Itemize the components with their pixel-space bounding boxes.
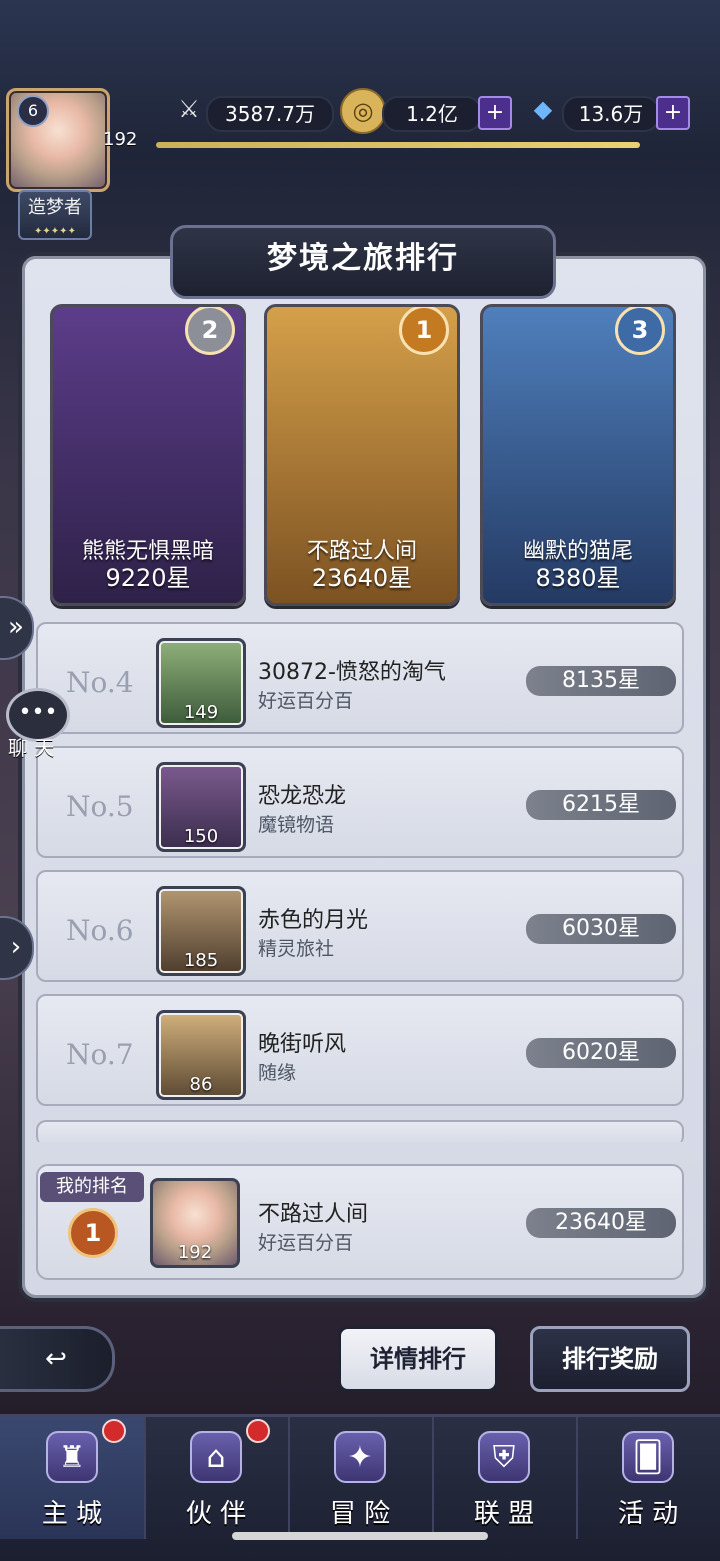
detail-ranking-button[interactable]: 详情排行: [338, 1326, 498, 1392]
row-guild: 随缘: [258, 1062, 297, 1084]
player-title: 造梦者: [28, 197, 82, 218]
witch-hat-icon: ⌂: [190, 1431, 242, 1483]
castle-icon: ♜: [46, 1431, 98, 1483]
row-name: 晚街听风: [258, 1032, 347, 1057]
rank-2-medal: 2: [185, 307, 235, 355]
row-rank: No.7: [66, 1038, 134, 1071]
avatar-level: 192: [177, 1242, 213, 1263]
player-level: 6: [17, 95, 49, 127]
table-row[interactable]: No.5 150 恐龙恐龙 魔镜物语 6215星: [36, 746, 684, 858]
my-rank-medal: 1: [68, 1208, 118, 1258]
top-card-score: 9220星: [105, 564, 191, 592]
player-title-badge[interactable]: 造梦者 ✦✦✦✦✦: [18, 190, 92, 240]
my-rank-score: 23640星: [526, 1208, 676, 1238]
power-value: 3587.7万: [206, 96, 334, 132]
shield-icon: ⛨: [478, 1431, 530, 1483]
nav-alliance[interactable]: ⛨ 联 盟: [432, 1417, 578, 1539]
avatar[interactable]: 192: [150, 1178, 240, 1268]
chat-label: 聊 天: [8, 736, 55, 760]
compass-icon: ✦: [334, 1431, 386, 1483]
sword-icon: ⚔: [178, 95, 200, 123]
back-button[interactable]: ↩: [0, 1326, 115, 1392]
row-name: 恐龙恐龙: [258, 784, 347, 809]
avatar-level: 150: [183, 826, 219, 847]
top-card-3[interactable]: 3 幽默的猫尾 8380星: [480, 304, 676, 606]
row-guild: 好运百分百: [258, 690, 354, 712]
gold-value: 1.2亿: [382, 96, 482, 132]
nav-main-city[interactable]: ♜ 主 城: [0, 1417, 146, 1539]
top-card-1[interactable]: 1 不路过人间 23640星: [264, 304, 460, 606]
avatar-level: 185: [183, 950, 219, 971]
row-score: 8135星: [526, 666, 676, 696]
ranking-list[interactable]: No.4 149 30872-愤怒的淘气 好运百分百 8135星 No.5 15…: [36, 622, 684, 1142]
rank-3-medal: 3: [615, 307, 665, 355]
add-gem-button[interactable]: +: [656, 96, 690, 130]
gold-coin-icon: ◎: [340, 88, 386, 134]
my-rank-tag: 我的排名: [40, 1172, 144, 1202]
gem-value: 13.6万: [562, 96, 660, 132]
top-card-score: 8380星: [535, 564, 621, 592]
player-exp: 192: [103, 129, 138, 150]
avatar[interactable]: 86: [156, 1010, 246, 1100]
my-rank-guild: 好运百分百: [258, 1232, 354, 1254]
row-guild: 精灵旅社: [258, 938, 335, 960]
row-guild: 魔镜物语: [258, 814, 335, 836]
table-row[interactable]: No.7 86 晚街听风 随缘 6020星: [36, 994, 684, 1106]
nav-label: 主 城: [41, 1499, 103, 1529]
home-indicator: [232, 1532, 488, 1540]
panel-title: 梦境之旅排行: [170, 225, 556, 299]
table-row[interactable]: [36, 1120, 684, 1142]
table-row[interactable]: No.4 149 30872-愤怒的淘气 好运百分百 8135星: [36, 622, 684, 734]
player-avatar[interactable]: 6 192: [6, 88, 137, 192]
row-score: 6215星: [526, 790, 676, 820]
table-row[interactable]: No.6 185 赤色的月光 精灵旅社 6030星: [36, 870, 684, 982]
avatar-level: 149: [183, 702, 219, 723]
title-stars: ✦✦✦✦✦: [34, 226, 76, 237]
nav-label: 联 盟: [473, 1499, 535, 1529]
avatar[interactable]: 185: [156, 886, 246, 976]
exp-fill: [156, 142, 640, 148]
nav-partners[interactable]: ⌂ 伙 伴: [144, 1417, 290, 1539]
top-card-score: 23640星: [311, 564, 413, 592]
avatar-level: 86: [189, 1074, 213, 1095]
my-rank-row[interactable]: 我的排名 1 192 不路过人间 好运百分百 23640星: [36, 1164, 684, 1280]
nav-label: 伙 伴: [185, 1499, 247, 1529]
rank-1-medal: 1: [399, 307, 449, 355]
avatar[interactable]: 150: [156, 762, 246, 852]
row-rank: No.4: [66, 666, 134, 699]
nav-events[interactable]: 🂠 活 动: [576, 1417, 720, 1539]
row-rank: No.6: [66, 914, 134, 947]
row-rank: No.5: [66, 790, 134, 823]
nav-label: 冒 险: [329, 1499, 391, 1529]
avatar[interactable]: 149: [156, 638, 246, 728]
row-score: 6020星: [526, 1038, 676, 1068]
nav-label: 活 动: [617, 1499, 679, 1529]
gem-icon: ◆: [533, 95, 553, 123]
ranking-reward-button[interactable]: 排行奖励: [530, 1326, 690, 1392]
add-gold-button[interactable]: +: [478, 96, 512, 130]
notification-dot: [102, 1419, 126, 1443]
my-rank-name: 不路过人间: [258, 1202, 369, 1227]
row-name: 赤色的月光: [258, 908, 369, 933]
cards-icon: 🂠: [622, 1431, 674, 1483]
top-card-2[interactable]: 2 熊熊无惧黑暗 9220星: [50, 304, 246, 606]
row-score: 6030星: [526, 914, 676, 944]
notification-dot: [246, 1419, 270, 1443]
row-name: 30872-愤怒的淘气: [258, 660, 446, 685]
nav-adventure[interactable]: ✦ 冒 险: [288, 1417, 434, 1539]
exp-bar: [156, 142, 640, 148]
